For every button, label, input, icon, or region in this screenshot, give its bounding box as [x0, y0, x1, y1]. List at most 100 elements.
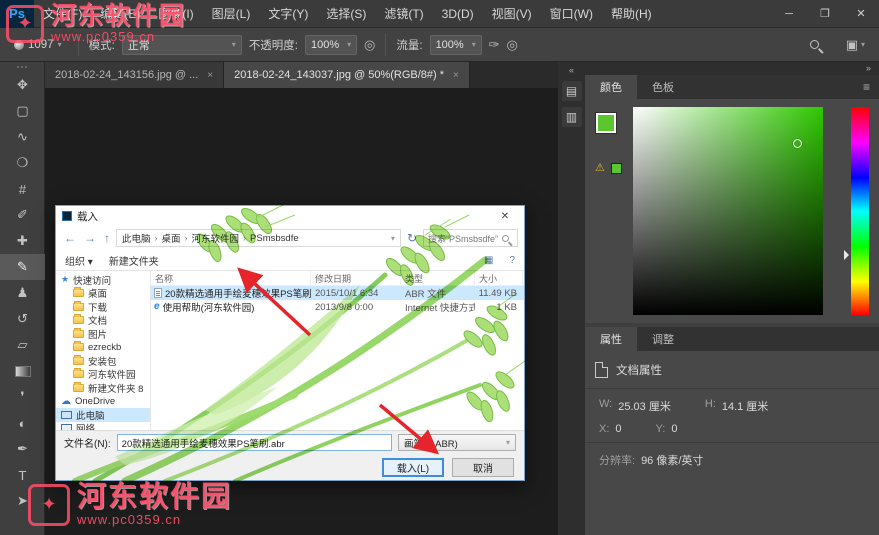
menu-window[interactable]: 窗口(W): [541, 0, 602, 28]
hue-slider-marker[interactable]: [844, 250, 854, 260]
expand-panels-icon[interactable]: «: [558, 62, 585, 75]
type-tool[interactable]: T: [0, 462, 45, 488]
flow-select[interactable]: 100% ▾: [429, 34, 482, 55]
document-tab-1[interactable]: 2018-02-24_143156.jpg @ ... ×: [45, 62, 225, 88]
menu-edit[interactable]: 编辑(E): [91, 0, 149, 28]
menu-layer[interactable]: 图层(L): [203, 0, 260, 28]
menu-image[interactable]: 图像(I): [149, 0, 202, 28]
help-icon[interactable]: ?: [509, 255, 515, 266]
close-icon[interactable]: ✕: [492, 211, 518, 222]
column-date-modified[interactable]: 修改日期: [311, 271, 401, 285]
restore-button[interactable]: ❐: [807, 0, 843, 28]
menu-3d[interactable]: 3D(D): [433, 0, 483, 28]
breadcrumb-item[interactable]: PSmsbsdfe: [250, 233, 299, 244]
load-button[interactable]: 载入(L): [382, 457, 444, 477]
up-button[interactable]: ↑: [102, 231, 112, 245]
brush-presets-panel-icon[interactable]: ▥: [561, 107, 582, 127]
sidebar-item-this-pc[interactable]: 此电脑: [56, 408, 150, 422]
history-brush-tool[interactable]: ↺: [0, 306, 45, 332]
dialog-titlebar[interactable]: 载入 ✕: [56, 206, 524, 226]
color-field[interactable]: [633, 107, 823, 315]
sidebar-item-pictures[interactable]: 图片: [56, 327, 150, 341]
spot-healing-brush-tool[interactable]: ✚: [0, 228, 45, 254]
column-type[interactable]: 类型: [401, 271, 475, 285]
collapse-panels-icon[interactable]: »: [866, 63, 871, 73]
eraser-tool[interactable]: ▱: [0, 332, 45, 358]
breadcrumb-item[interactable]: 河东软件园: [192, 231, 240, 245]
organize-button[interactable]: 组织 ▾: [65, 253, 93, 268]
blend-mode-select[interactable]: 正常 ▾: [121, 34, 242, 55]
file-row[interactable]: 20款精选通用手绘麦穗效果PS笔刷.abr 2015/10/1 6:34 ABR…: [151, 286, 524, 300]
tab-swatches[interactable]: 色板: [637, 75, 689, 99]
gamut-warning-icon[interactable]: ⚠: [595, 161, 605, 174]
web-safe-color-swatch[interactable]: [611, 163, 622, 174]
menu-select[interactable]: 选择(S): [317, 0, 375, 28]
sidebar-item-installer[interactable]: 安装包: [56, 354, 150, 368]
color-picker-marker[interactable]: [793, 139, 802, 148]
blur-tool[interactable]: ❜: [0, 384, 45, 410]
brush-preset-picker[interactable]: 1097 ▾: [8, 37, 68, 53]
menu-view[interactable]: 视图(V): [483, 0, 541, 28]
menu-filter[interactable]: 滤镜(T): [375, 0, 432, 28]
column-size[interactable]: 大小: [475, 271, 523, 285]
path-selection-tool[interactable]: ➤: [0, 488, 45, 514]
crop-tool[interactable]: #: [0, 176, 45, 202]
column-name[interactable]: 名称: [151, 271, 311, 285]
close-icon[interactable]: ×: [453, 70, 459, 81]
back-button[interactable]: ←: [62, 231, 78, 245]
sidebar-item-hedong[interactable]: 河东软件园: [56, 368, 150, 381]
menu-type[interactable]: 文字(Y): [259, 0, 317, 28]
photoshop-logo[interactable]: Ps: [0, 0, 34, 28]
sidebar-item-desktop[interactable]: 桌面: [56, 287, 150, 300]
filename-input[interactable]: 20款精选通用手绘麦穗效果PS笔刷.abr: [116, 434, 392, 451]
breadcrumb-item[interactable]: 桌面: [162, 231, 181, 245]
file-row[interactable]: e 使用帮助(河东软件园) 2013/9/8 0:00 Internet 快捷方式…: [151, 300, 524, 315]
close-icon[interactable]: ×: [207, 70, 213, 81]
quick-selection-tool[interactable]: ❍: [0, 150, 45, 176]
sidebar-item-downloads[interactable]: 下载: [56, 300, 150, 314]
gradient-tool[interactable]: [0, 358, 45, 384]
eyedropper-tool[interactable]: ✐: [0, 202, 45, 228]
cancel-button[interactable]: 取消: [452, 457, 514, 477]
menu-file[interactable]: 文件(F): [34, 0, 91, 28]
breadcrumb[interactable]: 此电脑 › 桌面 › 河东软件园 › PSmsbsdfe ▾: [116, 229, 401, 247]
sidebar-item-new-folder-8[interactable]: 新建文件夹 8: [56, 381, 150, 395]
sidebar-item-documents[interactable]: 文档: [56, 314, 150, 327]
dodge-tool[interactable]: ◐: [0, 410, 45, 436]
opacity-select[interactable]: 100% ▾: [305, 34, 358, 55]
search-icon[interactable]: [809, 40, 819, 49]
hue-slider[interactable]: [844, 107, 869, 315]
workspace-switcher[interactable]: ▣ ▾: [846, 37, 865, 53]
view-options-icon[interactable]: ▦: [484, 255, 493, 266]
menu-help[interactable]: 帮助(H): [602, 0, 661, 28]
foreground-color-swatch[interactable]: [596, 113, 616, 133]
sidebar-item-onedrive[interactable]: ☁ OneDrive: [56, 395, 150, 409]
minimize-button[interactable]: ─: [771, 0, 807, 28]
breadcrumb-item[interactable]: 此电脑: [122, 231, 151, 245]
toolstrip-grip[interactable]: [0, 62, 44, 72]
pen-tool[interactable]: ✒: [0, 436, 45, 462]
pressure-opacity-icon[interactable]: ◎: [364, 37, 375, 53]
tab-properties[interactable]: 属性: [585, 327, 637, 351]
refresh-button[interactable]: ↻: [405, 231, 419, 245]
brush-tool[interactable]: ✎: [0, 254, 45, 280]
rectangular-marquee-tool[interactable]: ▢: [0, 98, 45, 124]
document-tab-2[interactable]: 2018-02-24_143037.jpg @ 50%(RGB/8#) * ×: [224, 62, 470, 88]
new-folder-button[interactable]: 新建文件夹: [109, 253, 159, 268]
forward-button[interactable]: →: [82, 231, 98, 245]
close-button[interactable]: ✕: [843, 0, 879, 28]
chevron-down-icon[interactable]: ▾: [391, 234, 395, 243]
move-tool[interactable]: ✥: [0, 72, 45, 98]
clone-stamp-tool[interactable]: ♟: [0, 280, 45, 306]
sidebar-item-ezreckb[interactable]: ezreckb: [56, 341, 150, 355]
panel-menu-icon[interactable]: ≡: [863, 80, 870, 94]
search-input[interactable]: 搜索“PSmsbsdfe”: [423, 229, 518, 247]
pressure-size-icon[interactable]: ◎: [506, 37, 517, 53]
tab-adjustments[interactable]: 调整: [637, 327, 689, 351]
sidebar-item-network[interactable]: 网络: [56, 422, 150, 430]
brush-settings-panel-icon[interactable]: ▤: [561, 81, 582, 101]
sidebar-item-quick-access[interactable]: ★ 快速访问: [56, 273, 150, 287]
filetype-select[interactable]: 画笔 (*.ABR) ▾: [398, 434, 516, 451]
airbrush-icon[interactable]: ✑: [489, 37, 500, 53]
lasso-tool[interactable]: ∿: [0, 124, 45, 150]
